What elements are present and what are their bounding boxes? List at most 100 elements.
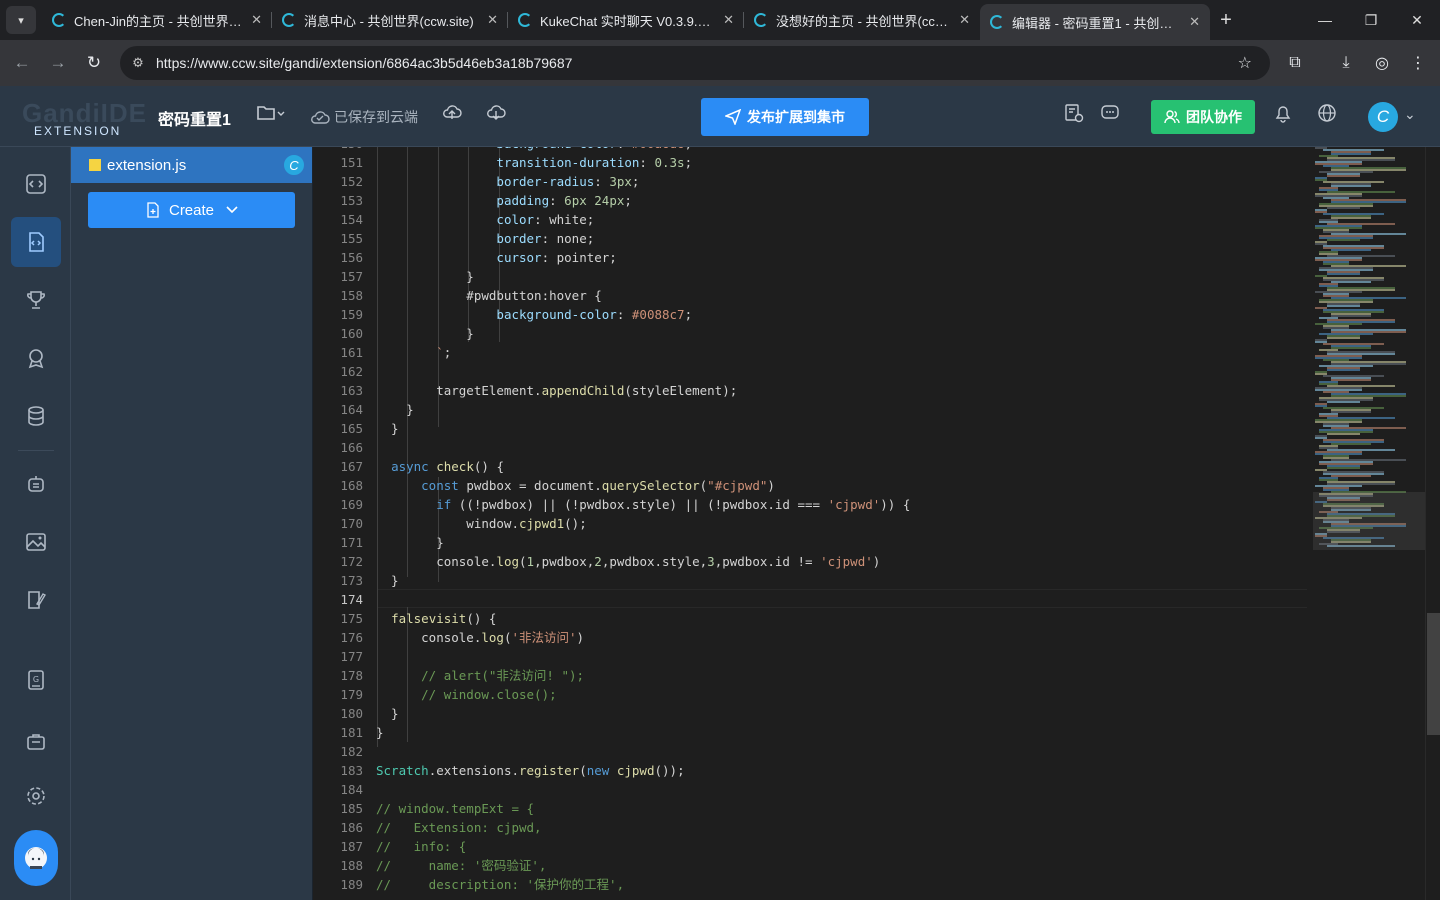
browser-tab-4[interactable]: 没想好的主页 - 共创世界(ccw.site) ✕ [744, 0, 980, 40]
browser-tab-3[interactable]: KukeChat 实时聊天 V0.3.9.1 - 共创世界 ✕ [508, 0, 744, 40]
code-line[interactable]: 158 #pwdbutton:hover { [313, 286, 1313, 305]
code-line[interactable]: 185 // window.tempExt = { [313, 799, 1313, 818]
close-icon[interactable]: ✕ [723, 12, 734, 28]
code-line[interactable]: 180 } [313, 704, 1313, 723]
code-line[interactable]: 165 } [313, 419, 1313, 438]
minimap-viewport[interactable] [1313, 492, 1425, 550]
robot-icon[interactable] [11, 459, 61, 509]
code-line[interactable]: 167 async check() { [313, 457, 1313, 476]
cloud-upload-icon[interactable] [442, 103, 462, 126]
globe-language-icon[interactable] [1317, 103, 1337, 128]
code-line[interactable]: 182 [313, 742, 1313, 761]
project-title[interactable]: 密码重置1 [158, 106, 231, 130]
document-settings-icon[interactable] [1064, 103, 1084, 128]
code-line[interactable]: 184 [313, 780, 1313, 799]
code-text: } [376, 326, 474, 341]
extensions-puzzle-icon[interactable]: ⧉ [1277, 40, 1313, 86]
gandi-logo[interactable]: GandiIDE EXTENSION [18, 98, 146, 138]
bookmark-star-icon[interactable]: ☆ [1238, 53, 1252, 73]
code-line[interactable]: 179 // window.close(); [313, 685, 1313, 704]
image-asset-icon[interactable] [11, 517, 61, 567]
code-text: background-color: #0088c7; [496, 307, 693, 322]
file-item-extension-js[interactable]: extension.js C [71, 147, 312, 183]
cloud-download-icon[interactable] [486, 103, 506, 126]
close-icon[interactable]: ✕ [251, 12, 262, 28]
vertical-scrollbar[interactable] [1425, 147, 1440, 900]
settings-gear-icon[interactable] [11, 771, 61, 821]
browser-tab-2[interactable]: 消息中心 - 共创世界(ccw.site) ✕ [272, 0, 508, 40]
browser-tab-active[interactable]: 编辑器 - 密码重置1 - 共创世界(ccw.site) ✕ [980, 4, 1210, 40]
book-edit-icon[interactable] [11, 575, 61, 625]
code-line[interactable]: 186 // Extension: cjpwd, [313, 818, 1313, 837]
code-line[interactable]: 161 `; [313, 343, 1313, 362]
code-line[interactable]: 169 if ((!pwdbox) || (!pwdbox.style) || … [313, 495, 1313, 514]
code-line[interactable]: 166 [313, 438, 1313, 457]
restore-icon[interactable]: ❐ [1348, 0, 1394, 40]
code-line[interactable]: 159 background-color: #0088c7; [313, 305, 1313, 324]
code-line[interactable]: 178 // alert("非法访问! "); [313, 666, 1313, 685]
gandi-manual-icon[interactable]: G [11, 655, 61, 705]
url-bar[interactable]: ⚙ https://www.ccw.site/gandi/extension/6… [120, 46, 1270, 80]
trophy-icon[interactable] [11, 275, 61, 325]
back-arrow-icon[interactable]: ← [4, 53, 40, 73]
code-line[interactable]: 187 // info: { [313, 837, 1313, 856]
assistant-avatar-icon[interactable] [14, 830, 58, 886]
more-menu-icon[interactable]: ⋮ [1400, 40, 1436, 86]
code-line[interactable]: 172 console.log(1,pwdbox,2,pwdbox.style,… [313, 552, 1313, 571]
close-icon[interactable]: ✕ [959, 12, 970, 28]
code-line[interactable]: 173 } [313, 571, 1313, 590]
code-line[interactable]: 157 } [313, 267, 1313, 286]
code-line[interactable]: 183 Scratch.extensions.register(new cjpwd… [313, 761, 1313, 780]
badge-award-icon[interactable] [11, 333, 61, 383]
download-icon[interactable]: ⤓ [1328, 40, 1364, 86]
code-line[interactable]: 163 targetElement.appendChild(styleEleme… [313, 381, 1313, 400]
code-line[interactable]: 152 border-radius: 3px; [313, 172, 1313, 191]
chat-bubble-icon[interactable] [1100, 103, 1120, 128]
bell-icon[interactable] [1273, 103, 1293, 128]
new-tab-button[interactable]: + [1210, 9, 1242, 32]
tab-search-button[interactable]: ▾ [6, 6, 36, 34]
code-line[interactable]: 175 falsevisit() { [313, 609, 1313, 628]
publish-extension-button[interactable]: 发布扩展到集市 [701, 98, 869, 136]
database-icon[interactable] [11, 391, 61, 441]
site-settings-icon[interactable]: ⚙ [120, 55, 156, 71]
code-editor-icon[interactable] [11, 159, 61, 209]
code-line[interactable]: 154 color: white; [313, 210, 1313, 229]
code-line[interactable]: 160 } [313, 324, 1313, 343]
close-icon[interactable]: ✕ [1189, 14, 1200, 30]
app-header: GandiIDE EXTENSION 密码重置1 已保存到云端 发布扩展到集市 … [0, 86, 1440, 147]
window-close-icon[interactable]: ✕ [1394, 0, 1440, 40]
briefcase-icon[interactable] [11, 717, 61, 767]
code-line[interactable]: 181} [313, 723, 1313, 742]
code-line[interactable]: 174 [313, 590, 1313, 609]
minimap[interactable] [1313, 147, 1425, 900]
user-avatar[interactable]: C [1368, 102, 1398, 132]
profile-icon[interactable]: ◎ [1364, 40, 1400, 86]
code-line[interactable]: 156 cursor: pointer; [313, 248, 1313, 267]
forward-arrow-icon[interactable]: → [40, 53, 76, 73]
reload-icon[interactable]: ↻ [76, 53, 112, 73]
code-line[interactable]: 189 // description: '保护你的工程', [313, 875, 1313, 894]
code-line[interactable]: 188 // name: '密码验证', [313, 856, 1313, 875]
code-line[interactable]: 177 [313, 647, 1313, 666]
team-collaboration-button[interactable]: 团队协作 [1151, 100, 1255, 134]
close-icon[interactable]: ✕ [487, 12, 498, 28]
code-line[interactable]: 168 const pwdbox = document.querySelecto… [313, 476, 1313, 495]
folder-menu-icon[interactable] [256, 103, 286, 128]
code-editor[interactable]: 150 background-color: #00a6d6;151 transi… [313, 147, 1440, 900]
code-line[interactable]: 155 border: none; [313, 229, 1313, 248]
code-line[interactable]: 162 [313, 362, 1313, 381]
code-line[interactable]: 176 console.log('非法访问') [313, 628, 1313, 647]
scrollbar-thumb[interactable] [1427, 613, 1440, 735]
code-line[interactable]: 171 } [313, 533, 1313, 552]
code-line[interactable]: 164 } [313, 400, 1313, 419]
browser-tab-1[interactable]: Chen-Jin的主页 - 共创世界(ccw.site) ✕ [42, 0, 272, 40]
code-line[interactable]: 170 window.cjpwd1(); [313, 514, 1313, 533]
create-button[interactable]: Create [88, 192, 295, 228]
code-line[interactable]: 153 padding: 6px 24px; [313, 191, 1313, 210]
code-text: } [376, 725, 384, 740]
code-line[interactable]: 151 transition-duration: 0.3s; [313, 153, 1313, 172]
minimize-icon[interactable]: — [1302, 0, 1348, 40]
chevron-down-icon[interactable]: ⌄ [1404, 106, 1416, 123]
extension-file-icon[interactable] [11, 217, 61, 267]
